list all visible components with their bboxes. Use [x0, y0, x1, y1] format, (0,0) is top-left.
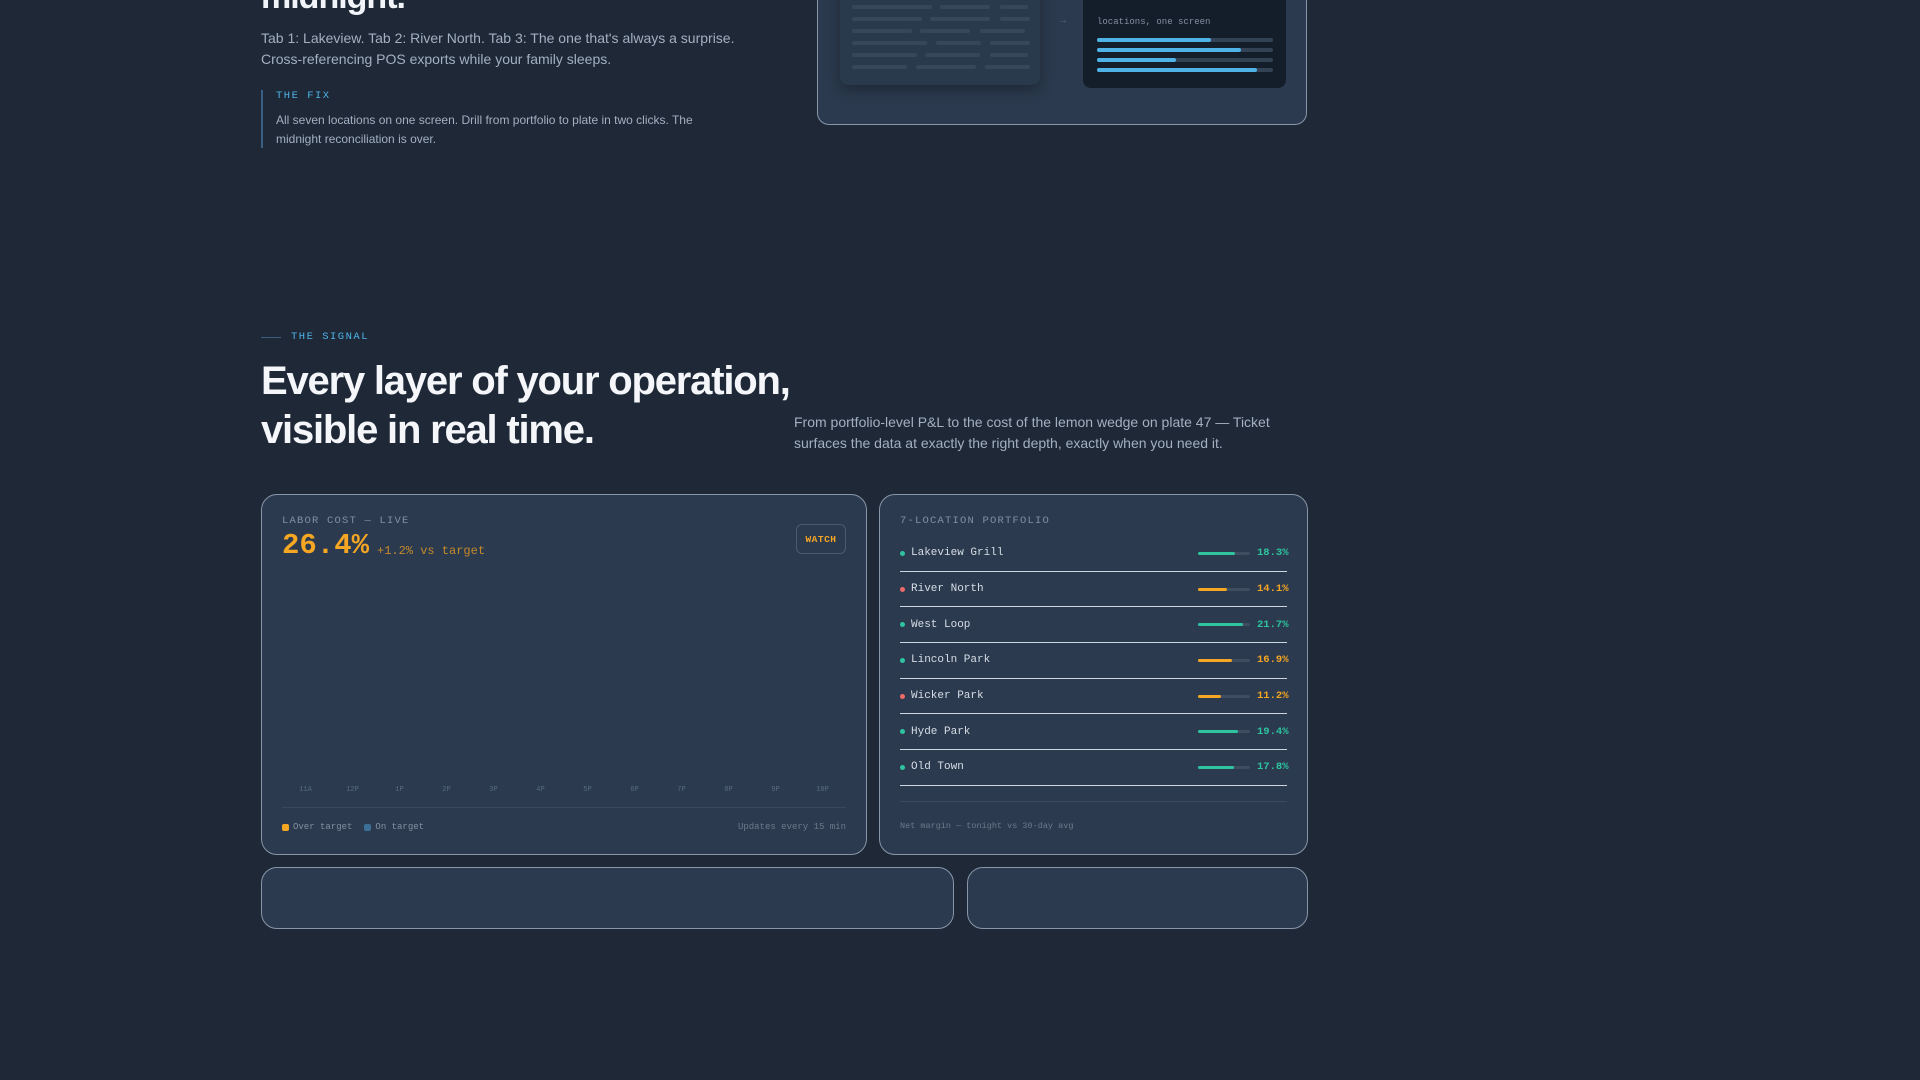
on-target-swatch — [364, 823, 372, 831]
margin-bar-fill — [1198, 658, 1233, 662]
margin-bar-fill — [1198, 623, 1243, 627]
mini-caption: locations, one screen — [1097, 17, 1211, 27]
location-list: Lakeview Grill 18.3% River North 14.1% West … — [900, 536, 1289, 786]
before-after-card: → 7 locations, one screen — [817, 0, 1307, 125]
hour-label: 5P — [583, 786, 592, 794]
margin-value: 17.8% — [1257, 761, 1289, 774]
hour-label: 9P — [771, 786, 780, 794]
location-name: Lincoln Park — [911, 654, 991, 667]
status-dot — [900, 764, 905, 770]
margin-bar-fill — [1198, 730, 1239, 734]
labor-cost-value: 26.4% — [282, 529, 370, 562]
status-dot — [900, 729, 905, 735]
hour-label: 6P — [630, 786, 639, 794]
signal-title: Every layer of your operation, visible i… — [261, 359, 791, 452]
blurred-tabs-illustration — [840, 0, 1040, 85]
hour-label: 8P — [724, 786, 733, 794]
hour-label: 11A — [299, 786, 312, 794]
margin-value: 18.3% — [1257, 547, 1289, 560]
hour-label: 4P — [536, 786, 545, 794]
chart-legend: Over target On target — [282, 822, 436, 832]
margin-value: 21.7% — [1257, 618, 1289, 631]
location-row[interactable]: River North 14.1% — [900, 572, 1289, 608]
labor-cost-delta: +1.2% vs target — [377, 544, 486, 558]
hour-label: 1P — [395, 786, 404, 794]
hour-label: 10P — [816, 786, 829, 794]
status-dot — [900, 657, 905, 663]
location-name: Hyde Park — [911, 725, 971, 738]
status-dot — [900, 550, 905, 556]
mini-bar — [1097, 58, 1273, 62]
margin-bar-fill — [1198, 694, 1221, 698]
location-name: River North — [911, 583, 984, 596]
margin-bar — [1198, 694, 1250, 698]
legend-over-label: Over target — [293, 822, 353, 832]
margin-bar — [1198, 730, 1250, 734]
legend-on-target: On target — [364, 822, 424, 832]
hour-label: 7P — [677, 786, 686, 794]
mini-location-count: 7 — [1097, 0, 1113, 6]
location-row[interactable]: Old Town 17.8% — [900, 750, 1289, 786]
over-target-swatch — [282, 823, 289, 831]
legend-over-target: Over target — [282, 822, 352, 832]
divider — [282, 807, 846, 808]
margin-bar-fill — [1198, 765, 1235, 769]
status-dot — [900, 622, 905, 628]
location-name: Wicker Park — [911, 690, 984, 703]
location-row[interactable]: West Loop 21.7% — [900, 607, 1289, 644]
mini-bar — [1097, 68, 1273, 72]
watch-badge[interactable]: WATCH — [796, 524, 846, 554]
feature-card — [261, 867, 954, 929]
fix-label: THE FIX — [276, 90, 331, 102]
section-eyebrow: THE SIGNAL — [261, 331, 369, 343]
location-row[interactable]: Wicker Park 11.2% — [900, 679, 1289, 715]
location-row[interactable]: Lincoln Park 16.9% — [900, 643, 1289, 679]
update-frequency-note: Updates every 15 min — [737, 822, 846, 832]
margin-bar-fill — [1198, 587, 1227, 591]
location-name: Old Town — [911, 761, 964, 774]
section-headline: midnight. — [261, 0, 406, 17]
location-row[interactable]: Lakeview Grill 18.3% — [900, 536, 1289, 572]
location-name: Lakeview Grill — [911, 547, 1004, 560]
fix-callout: THE FIX All seven locations on one scree… — [261, 90, 756, 148]
margin-value: 19.4% — [1257, 725, 1289, 738]
margin-bar — [1198, 623, 1250, 627]
portfolio-card: 7-LOCATION PORTFOLIO Lakeview Grill 18.3%… — [879, 494, 1308, 855]
fix-text: All seven locations on one screen. Drill… — [276, 113, 693, 146]
margin-value: 16.9% — [1257, 654, 1289, 667]
hour-label: 12P — [346, 786, 359, 794]
feature-card — [967, 867, 1308, 929]
labor-card-label: LABOR COST — LIVE — [282, 515, 410, 527]
margin-bar-fill — [1198, 551, 1236, 555]
portfolio-card-label: 7-LOCATION PORTFOLIO — [900, 515, 1051, 527]
labor-cost-card: LABOR COST — LIVE 26.4% +1.2% vs target … — [261, 494, 867, 855]
status-dot — [900, 693, 905, 699]
margin-bar — [1198, 551, 1250, 555]
margin-bar — [1198, 587, 1250, 591]
signal-description: From portfolio-level P&L to the cost of … — [794, 414, 1270, 451]
location-row[interactable]: Hyde Park 19.4% — [900, 714, 1289, 751]
margin-value: 11.2% — [1257, 690, 1289, 703]
hour-label: 3P — [489, 786, 498, 794]
portfolio-note: Net margin — tonight vs 30-day avg — [900, 821, 1074, 831]
margin-value: 14.1% — [1257, 583, 1289, 596]
eyebrow-rule — [261, 336, 281, 338]
unified-dashboard-illustration: 7 locations, one screen — [1083, 0, 1286, 88]
location-name: West Loop — [911, 618, 971, 631]
status-dot — [900, 586, 905, 592]
eyebrow-label: THE SIGNAL — [291, 331, 370, 343]
hour-label: 2P — [442, 786, 451, 794]
divider — [900, 801, 1287, 802]
problem-description: Tab 1: Lakeview. Tab 2: River North. Tab… — [261, 30, 735, 67]
legend-on-label: On target — [375, 822, 425, 832]
mini-bar — [1097, 38, 1273, 42]
margin-bar — [1198, 658, 1250, 662]
margin-bar — [1198, 765, 1250, 769]
arrow-icon: → — [1058, 15, 1068, 26]
mini-bar — [1097, 48, 1273, 52]
hour-axis: 11A 12P 1P 2P 3P 4P 5P 6P 7P 8P 9P 10P — [282, 786, 846, 794]
